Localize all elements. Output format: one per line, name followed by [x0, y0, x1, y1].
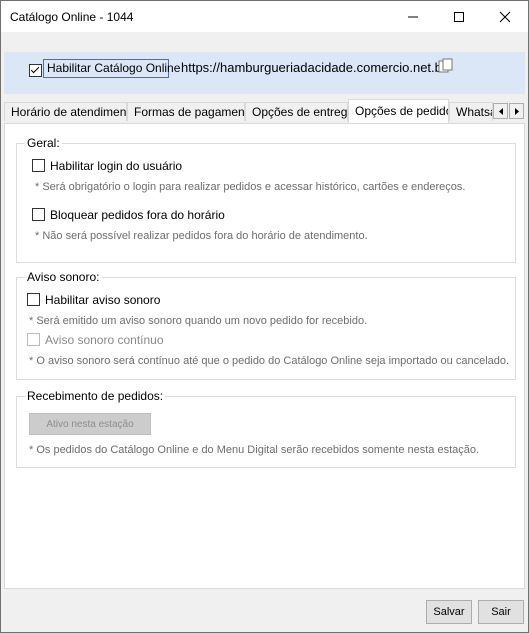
enable-catalog-checkbox[interactable] — [29, 64, 42, 77]
group-recebimento: Recebimento de pedidos: Ativo nesta esta… — [16, 389, 516, 468]
sound-alert-checkbox[interactable] — [27, 293, 40, 306]
exit-button[interactable]: Sair — [478, 600, 524, 624]
tab-entrega[interactable]: Opções de entrega — [245, 102, 348, 121]
group-aviso-title: Aviso sonoro: — [25, 270, 102, 284]
copy-icon[interactable] — [438, 58, 456, 74]
maximize-icon — [454, 11, 464, 22]
tab-scroll-left[interactable] — [493, 103, 508, 119]
minimize-button[interactable] — [390, 1, 436, 32]
minimize-icon — [408, 16, 418, 17]
save-button[interactable]: Salvar — [426, 600, 472, 624]
active-station-button: Ativo nesta estação — [29, 413, 151, 435]
block-orders-label[interactable]: Bloquear pedidos fora do horário — [50, 208, 225, 222]
dialog-body: Habilitar Catálogo Online https://hambur… — [1, 32, 528, 632]
tab-scroll-right[interactable] — [509, 103, 524, 119]
block-orders-checkbox[interactable] — [32, 208, 45, 221]
dialog-window: Catálogo Online - 1044 Habilitar Catálog… — [0, 0, 529, 633]
reception-note: * Os pedidos do Catálogo Online e do Men… — [29, 444, 480, 456]
arrow-left-icon — [498, 107, 503, 115]
login-checkbox[interactable] — [32, 159, 45, 172]
catalog-header: Habilitar Catálogo Online https://hambur… — [4, 52, 525, 94]
block-orders-note: * Não será possível realizar pedidos for… — [35, 230, 368, 242]
group-geral: Geral: Habilitar login do usuário * Será… — [16, 136, 516, 263]
close-button[interactable] — [482, 1, 528, 32]
group-geral-title: Geral: — [25, 136, 62, 150]
sound-alert-label[interactable]: Habilitar aviso sonoro — [45, 293, 160, 307]
arrow-right-icon — [514, 107, 519, 115]
continuous-sound-label: Aviso sonoro contínuo — [45, 333, 164, 347]
login-label[interactable]: Habilitar login do usuário — [50, 159, 182, 173]
enable-catalog-label[interactable]: Habilitar Catálogo Online — [47, 61, 180, 75]
continuous-sound-note: * O aviso sonoro será contínuo até que o… — [29, 355, 510, 367]
tab-horario[interactable]: Horário de atendimento — [4, 102, 127, 121]
group-recebimento-title: Recebimento de pedidos: — [25, 389, 166, 403]
tab-pagamento[interactable]: Formas de pagamento — [127, 102, 245, 121]
tab-strip: Horário de atendimento Formas de pagamen… — [4, 99, 525, 123]
maximize-button[interactable] — [436, 1, 482, 32]
continuous-sound-checkbox — [27, 333, 40, 346]
sound-alert-note: * Será emitido um aviso sonoro quando um… — [29, 315, 368, 327]
login-note: * Será obrigatório o login para realizar… — [35, 181, 466, 193]
tab-panel-opcoes-pedido: Geral: Habilitar login do usuário * Será… — [4, 123, 525, 589]
close-icon — [499, 11, 511, 22]
tab-whatsapp[interactable]: Whatsapp — [449, 102, 493, 121]
catalog-url: https://hamburgueriadacidade.comercio.ne… — [181, 60, 447, 75]
title-bar: Catálogo Online - 1044 — [1, 1, 528, 32]
window-title: Catálogo Online - 1044 — [10, 10, 134, 24]
enable-catalog-label-box: Habilitar Catálogo Online — [43, 59, 180, 78]
tab-opcoes-pedido[interactable]: Opções de pedido — [348, 99, 449, 123]
group-aviso-sonoro: Aviso sonoro: Habilitar aviso sonoro * S… — [16, 270, 516, 380]
